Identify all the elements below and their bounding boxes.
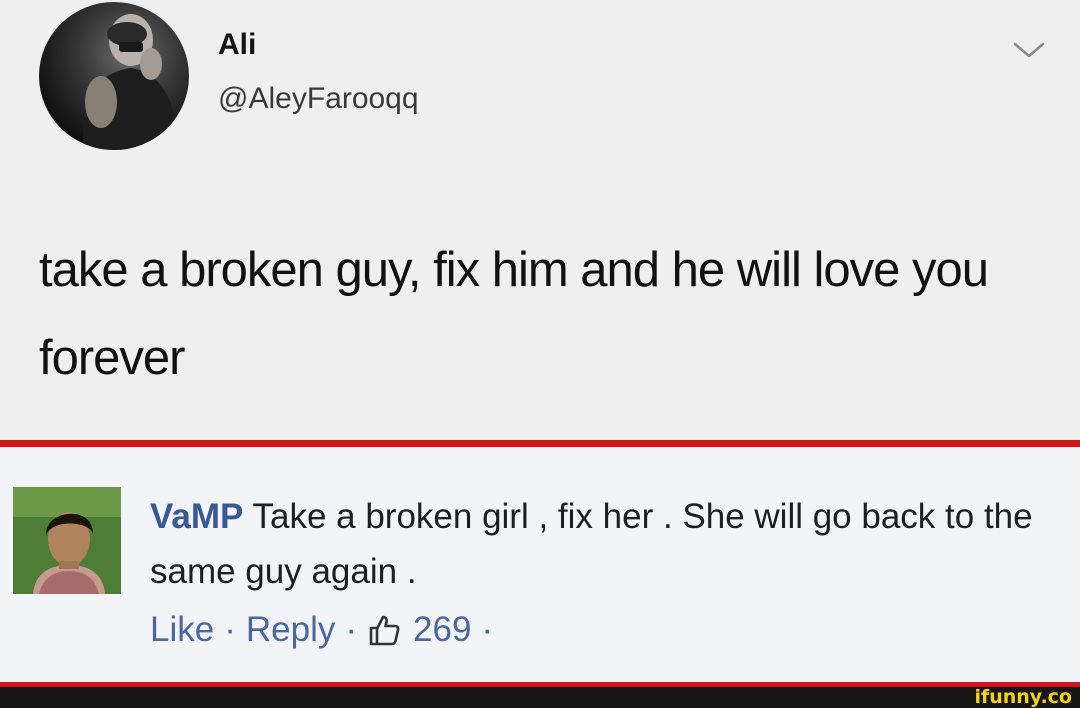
tweet-author-handle[interactable]: @AleyFarooqq — [218, 82, 419, 116]
reply-link[interactable]: Reply — [246, 610, 335, 650]
chevron-down-icon[interactable] — [1012, 40, 1046, 60]
tweet-author-name[interactable]: Ali — [218, 28, 256, 62]
comment-card: VaMP Take a broken girl , fix her . She … — [0, 447, 1080, 682]
ifunny-watermark: ifunny.co — [974, 686, 1072, 708]
thumbs-up-icon[interactable] — [367, 613, 401, 647]
separator-dot: · — [481, 610, 494, 649]
like-link[interactable]: Like — [150, 610, 214, 650]
separator-dot: · — [224, 610, 236, 649]
comment-author-name[interactable]: VaMP — [150, 497, 243, 536]
tweet-avatar[interactable] — [39, 2, 189, 150]
person-portrait-icon — [13, 487, 121, 594]
tweet-text: take a broken guy, fix him and he will l… — [39, 243, 989, 385]
like-count: 269 — [413, 610, 472, 649]
comment-text: Take a broken girl , fix her . She will … — [150, 497, 1033, 591]
separator-dot: · — [345, 610, 358, 649]
divider-bar — [0, 440, 1080, 447]
person-silhouette-icon — [83, 14, 179, 150]
comment-body: VaMP Take a broken girl , fix her . She … — [150, 489, 1060, 599]
comment-actions: Like · Reply · 269 · — [150, 610, 503, 650]
tweet-card: Ali @AleyFarooqq take a broken guy, fix … — [0, 0, 1080, 440]
comment-avatar[interactable] — [13, 487, 121, 594]
footer-bar: ifunny.co — [0, 687, 1080, 708]
